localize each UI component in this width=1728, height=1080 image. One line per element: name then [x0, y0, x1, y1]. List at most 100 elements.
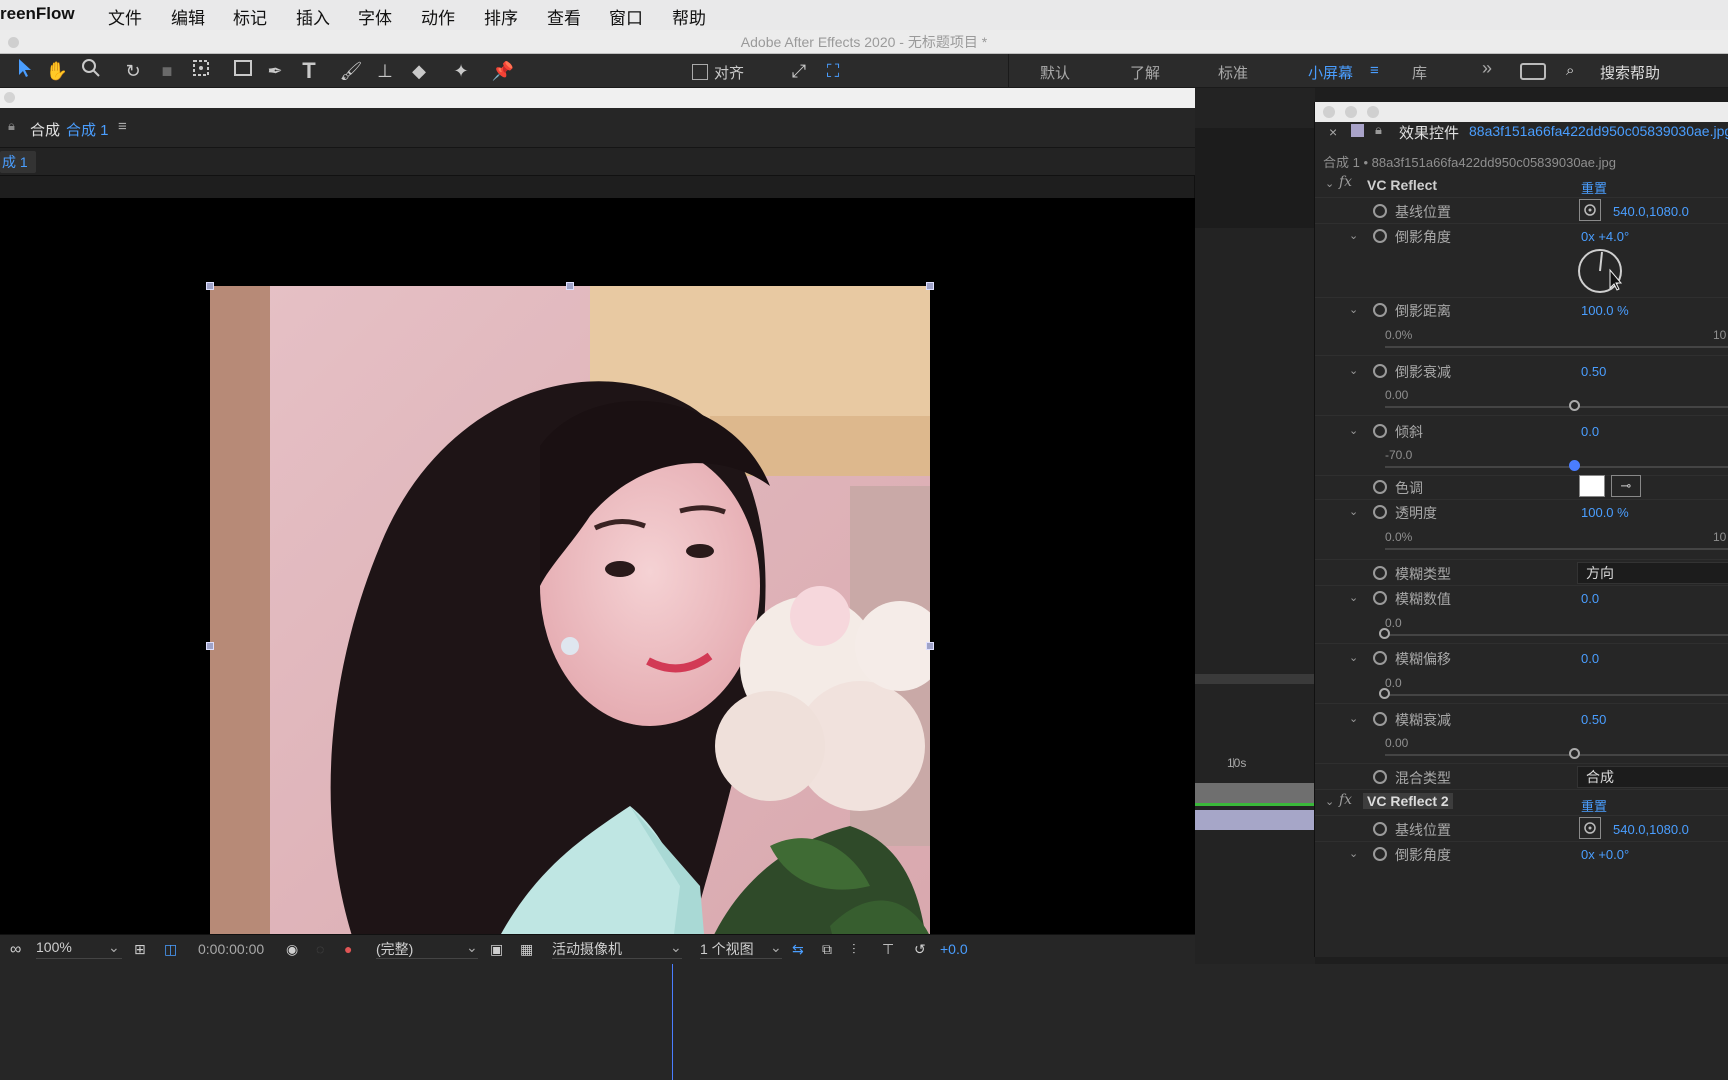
slider-track[interactable]	[1385, 634, 1728, 636]
slider-track[interactable]	[1385, 406, 1728, 408]
twirl-open-icon[interactable]: ⌄	[1349, 591, 1358, 604]
stopwatch-icon[interactable]	[1373, 770, 1387, 784]
eraser-tool-icon[interactable]: ◆	[406, 58, 432, 84]
slider-knob[interactable]	[1379, 688, 1390, 699]
timecode[interactable]: 0:00:00:00	[198, 941, 264, 957]
menu-markers[interactable]: 标记	[233, 4, 267, 29]
lock-icon[interactable]: 🔒︎	[8, 118, 15, 134]
transform-handle-tl[interactable]	[206, 282, 214, 290]
reset-link[interactable]: 重置	[1581, 796, 1607, 815]
rectangle-tool-icon[interactable]	[230, 58, 256, 84]
workspace-default[interactable]: 默认	[1040, 62, 1070, 83]
camera-tool-icon[interactable]: ■	[154, 58, 180, 84]
stopwatch-icon[interactable]	[1373, 303, 1387, 317]
menu-actions[interactable]: 动作	[421, 4, 455, 29]
stopwatch-icon[interactable]	[1373, 566, 1387, 580]
stopwatch-icon[interactable]	[1373, 712, 1387, 726]
layer-file-name[interactable]: 88a3f151a66fa422dd950c05839030ae.jpg	[1469, 123, 1728, 139]
twirl-open-icon[interactable]: ⌄	[1349, 424, 1358, 437]
transparency-grid-icon[interactable]: ▦	[520, 941, 533, 958]
work-area-bar[interactable]	[1195, 803, 1315, 806]
transform-handle-top[interactable]	[566, 282, 574, 290]
layer-image[interactable]	[210, 286, 930, 1006]
menu-font[interactable]: 字体	[358, 4, 392, 29]
exposure-value[interactable]: +0.0	[940, 941, 968, 957]
point-target-icon[interactable]	[1579, 817, 1601, 839]
transform-handle-tr[interactable]	[926, 282, 934, 290]
hand-tool-icon[interactable]: ✋	[44, 58, 70, 84]
menu-file[interactable]: 文件	[108, 4, 142, 29]
menu-insert[interactable]: 插入	[296, 4, 330, 29]
param-value[interactable]: 0x +4.0°	[1581, 229, 1629, 244]
slider-knob[interactable]	[1379, 628, 1390, 639]
layer-bar[interactable]	[1195, 783, 1315, 803]
workspace-small-screen[interactable]: 小屏幕	[1308, 62, 1353, 83]
camera-dropdown[interactable]: 活动摄像机 ⌄	[552, 939, 682, 959]
window-close-dot[interactable]	[4, 92, 15, 103]
menu-help[interactable]: 帮助	[672, 4, 706, 29]
stopwatch-icon[interactable]	[1373, 822, 1387, 836]
snap-checkbox[interactable]	[692, 64, 708, 80]
brush-tool-icon[interactable]: 🖌	[338, 58, 364, 84]
twirl-open-icon[interactable]: ⌄	[1349, 651, 1358, 664]
workspace-standard[interactable]: 标准	[1218, 62, 1248, 83]
comp-name[interactable]: 合成 1	[66, 119, 109, 140]
toggle-pixel-aspect-icon[interactable]: ⇆	[792, 941, 804, 958]
transform-handle-right[interactable]	[926, 642, 934, 650]
window-close-dot[interactable]	[1323, 106, 1335, 118]
slider-track[interactable]	[1385, 346, 1728, 348]
slider-knob[interactable]	[1569, 460, 1580, 471]
stopwatch-icon[interactable]	[1373, 424, 1387, 438]
search-help-field[interactable]: 搜索帮助	[1600, 62, 1660, 83]
region-of-interest-icon[interactable]: ▣	[490, 941, 503, 958]
twirl-open-icon[interactable]: ⌄	[1349, 364, 1358, 377]
blur-type-dropdown[interactable]: 方向	[1577, 562, 1728, 584]
snap-option-icon[interactable]: ⤢	[786, 58, 812, 84]
timeline-icon[interactable]: ⫶	[852, 941, 856, 958]
zoom-dropdown[interactable]: 100% ⌄	[36, 939, 122, 959]
selection-tool-icon[interactable]	[12, 58, 38, 84]
always-preview-icon[interactable]: ∞	[10, 941, 21, 959]
effect-header-vc-reflect[interactable]: ⌄ fx VC Reflect 重置	[1315, 172, 1728, 198]
menu-arrange[interactable]: 排序	[484, 4, 518, 29]
blend-mode-dropdown[interactable]: 合成	[1577, 766, 1728, 788]
rotate-tool-icon[interactable]: ↻	[120, 58, 146, 84]
pan-behind-tool-icon[interactable]	[188, 58, 214, 84]
fx-icon[interactable]: fx	[1339, 792, 1352, 808]
snap-target-icon[interactable]: ⛶	[820, 58, 846, 84]
layer-track[interactable]	[1195, 810, 1315, 830]
stopwatch-icon[interactable]	[1373, 204, 1387, 218]
twirl-open-icon[interactable]: ⌄	[1349, 847, 1358, 860]
param-value[interactable]: 0x +0.0°	[1581, 847, 1629, 862]
effect-header-vc-reflect-2[interactable]: ⌄ fx VC Reflect 2 重置	[1315, 790, 1728, 816]
views-dropdown[interactable]: 1 个视图 ⌄	[700, 939, 782, 959]
twirl-open-icon[interactable]: ⌄	[1349, 303, 1358, 316]
stopwatch-icon[interactable]	[1373, 364, 1387, 378]
slider-track[interactable]	[1385, 548, 1728, 550]
workspace-menu-icon[interactable]: ≡	[1370, 62, 1379, 79]
menu-edit[interactable]: 编辑	[171, 4, 205, 29]
slider-track[interactable]	[1385, 466, 1728, 468]
channel-icon[interactable]: ●	[344, 941, 352, 957]
param-value[interactable]: 0.0	[1581, 591, 1599, 606]
search-icon[interactable]: ⌕	[1566, 62, 1574, 79]
fast-previews-icon[interactable]: ⧉	[822, 941, 832, 958]
slider-knob[interactable]	[1569, 748, 1580, 759]
stopwatch-icon[interactable]	[1373, 480, 1387, 494]
current-time-indicator[interactable]	[672, 964, 673, 1080]
eyedropper-icon[interactable]: ⊸	[1611, 475, 1641, 497]
lock-icon[interactable]: 🔒︎	[1375, 122, 1382, 138]
menu-window[interactable]: 窗口	[609, 4, 643, 29]
snapshot-icon[interactable]: ◉	[286, 941, 298, 958]
zoom-tool-icon[interactable]	[78, 58, 104, 84]
point-target-icon[interactable]	[1579, 199, 1601, 221]
twirl-open-icon[interactable]: ⌄	[1349, 505, 1358, 518]
more-workspaces-icon[interactable]: »	[1482, 58, 1492, 79]
reset-link[interactable]: 重置	[1581, 178, 1607, 197]
angle-dial[interactable]	[1577, 248, 1627, 297]
param-value[interactable]: 100.0 %	[1581, 303, 1629, 318]
menu-view[interactable]: 查看	[547, 4, 581, 29]
flowchart-icon[interactable]: ⊤	[882, 941, 894, 958]
workspace-learn[interactable]: 了解	[1130, 62, 1160, 83]
twirl-open-icon[interactable]: ⌄	[1349, 229, 1358, 242]
